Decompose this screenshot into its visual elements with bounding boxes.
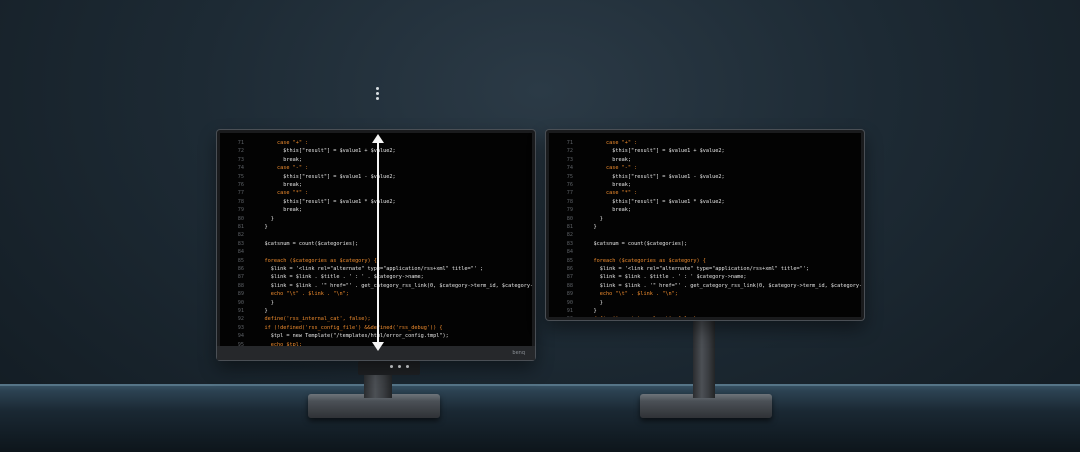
- code-text: break;: [252, 182, 302, 188]
- code-text: $link = '<link rel="alternate" type="app…: [581, 266, 809, 272]
- code-text: }: [581, 299, 603, 306]
- indicator-dot: [376, 97, 379, 100]
- code-text: $this["result"] = $value1 + $value2;: [581, 148, 725, 155]
- code-text: $this["result"] = $value1 - $value2;: [581, 173, 725, 180]
- right-monitor-screen: 71 case "+" :72 $this["result"] = $value…: [549, 133, 861, 317]
- code-text: foreach ($categories as $category) {: [252, 257, 377, 264]
- code-text: $link = $link . '" href="' . get_categor…: [581, 282, 861, 289]
- code-text: echo "\t" . $link . "\n";: [252, 291, 349, 298]
- desk-surface: [0, 384, 1080, 452]
- code-text: }: [252, 299, 274, 306]
- code-text: $this["result"] = $value1 * $value2;: [252, 198, 396, 205]
- code-line: 92 define('rss_internal_cat', false);: [549, 315, 861, 317]
- code-text: }: [581, 308, 597, 314]
- hub-port-icon: [390, 365, 393, 368]
- code-text: }: [581, 224, 597, 230]
- code-text: case "*" :: [581, 190, 638, 197]
- code-text: foreach ($categories as $category) {: [581, 257, 706, 264]
- code-text: define('rss_internal_cat', false);: [252, 316, 371, 323]
- code-text: case "-" :: [581, 165, 638, 172]
- hub-port-icon: [398, 365, 401, 368]
- code-text: echo "\t" . $link . "\n";: [581, 291, 678, 298]
- indicator-dot: [376, 87, 379, 90]
- code-text: }: [581, 215, 603, 222]
- code-text: case "+" :: [252, 140, 309, 146]
- hub-port-icon: [406, 365, 409, 368]
- code-text: $catsnum = count($categories);: [581, 240, 688, 247]
- brand-logo-icon: benq: [512, 350, 525, 356]
- code-text: $this["result"] = $value1 - $value2;: [252, 173, 396, 180]
- arrow-up-head-icon: [372, 134, 384, 143]
- code-text: define('rss_internal_cat', false);: [581, 316, 699, 317]
- left-monitor-hub: [358, 361, 420, 375]
- left-monitor-screen: 71 case "+" :72 $this["result"] = $value…: [220, 133, 532, 346]
- code-text: }: [252, 224, 268, 230]
- desk-edge: [0, 384, 1080, 386]
- right-monitor-neck: [693, 318, 715, 398]
- desk-scene: 71 case "+" :72 $this["result"] = $value…: [0, 0, 1080, 452]
- code-text: $catsnum = count($categories);: [252, 240, 359, 247]
- code-text: $this["result"] = $value1 + $value2;: [252, 148, 396, 155]
- code-text: $link = $link . $title . ' : ' $category…: [581, 274, 747, 281]
- code-text: }: [252, 215, 274, 222]
- code-text: case "-" :: [252, 165, 309, 172]
- left-monitor: 71 case "+" :72 $this["result"] = $value…: [217, 130, 535, 360]
- code-text: break;: [252, 207, 302, 214]
- code-text: $tpl = new Template("/templates/html/err…: [252, 333, 449, 340]
- code-text: break;: [581, 207, 631, 214]
- height-adjust-arrow-icon: [377, 140, 379, 345]
- code-text: $link = $link . $title . ' : ' . $catego…: [252, 274, 424, 281]
- code-text: case "*" :: [252, 190, 309, 197]
- code-text: case "+" :: [581, 140, 638, 146]
- code-text: $link = '<link rel="alternate" type="app…: [252, 266, 484, 272]
- code-text: if (!defined('rss_config_file') &&define…: [252, 324, 443, 331]
- code-text: break;: [581, 156, 631, 163]
- indicator-dot: [376, 92, 379, 95]
- code-text: break;: [581, 182, 631, 188]
- code-text: break;: [252, 156, 302, 163]
- code-text: }: [252, 308, 268, 314]
- right-monitor: 71 case "+" :72 $this["result"] = $value…: [546, 130, 864, 320]
- code-text: $this["result"] = $value1 * $value2;: [581, 198, 725, 205]
- arrow-down-head-icon: [372, 342, 384, 351]
- code-text: $link = $link . '" href="' . get_categor…: [252, 282, 532, 289]
- line-number: 92: [549, 315, 573, 317]
